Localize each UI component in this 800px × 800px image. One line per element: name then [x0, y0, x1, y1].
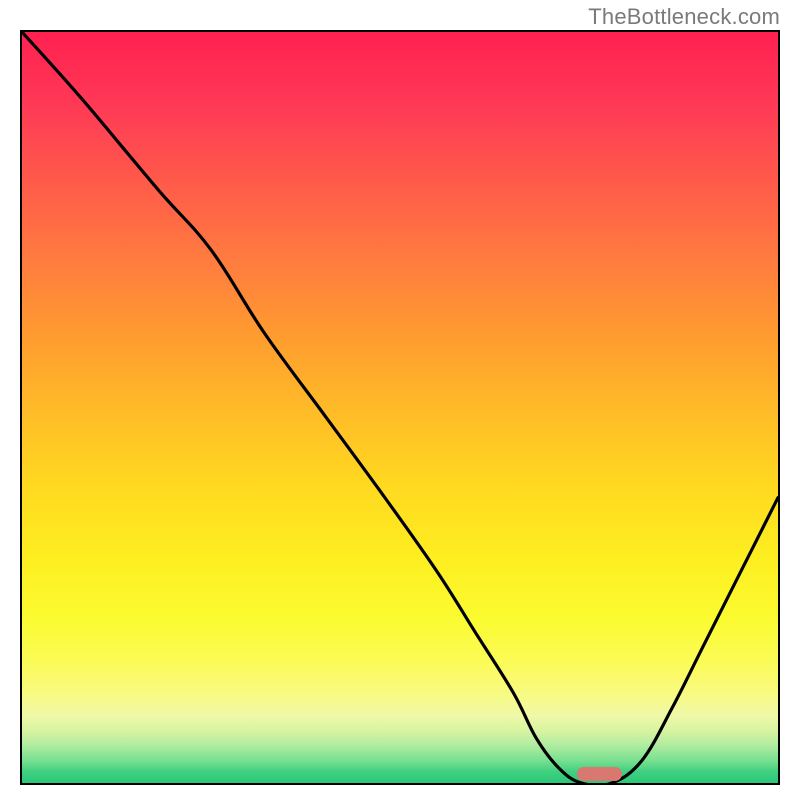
- optimal-marker: [577, 767, 623, 781]
- chart-curve-svg: [22, 32, 778, 783]
- chart-plot-area: [20, 30, 780, 785]
- bottleneck-curve-path: [22, 32, 778, 783]
- watermark-text: TheBottleneck.com: [588, 4, 780, 30]
